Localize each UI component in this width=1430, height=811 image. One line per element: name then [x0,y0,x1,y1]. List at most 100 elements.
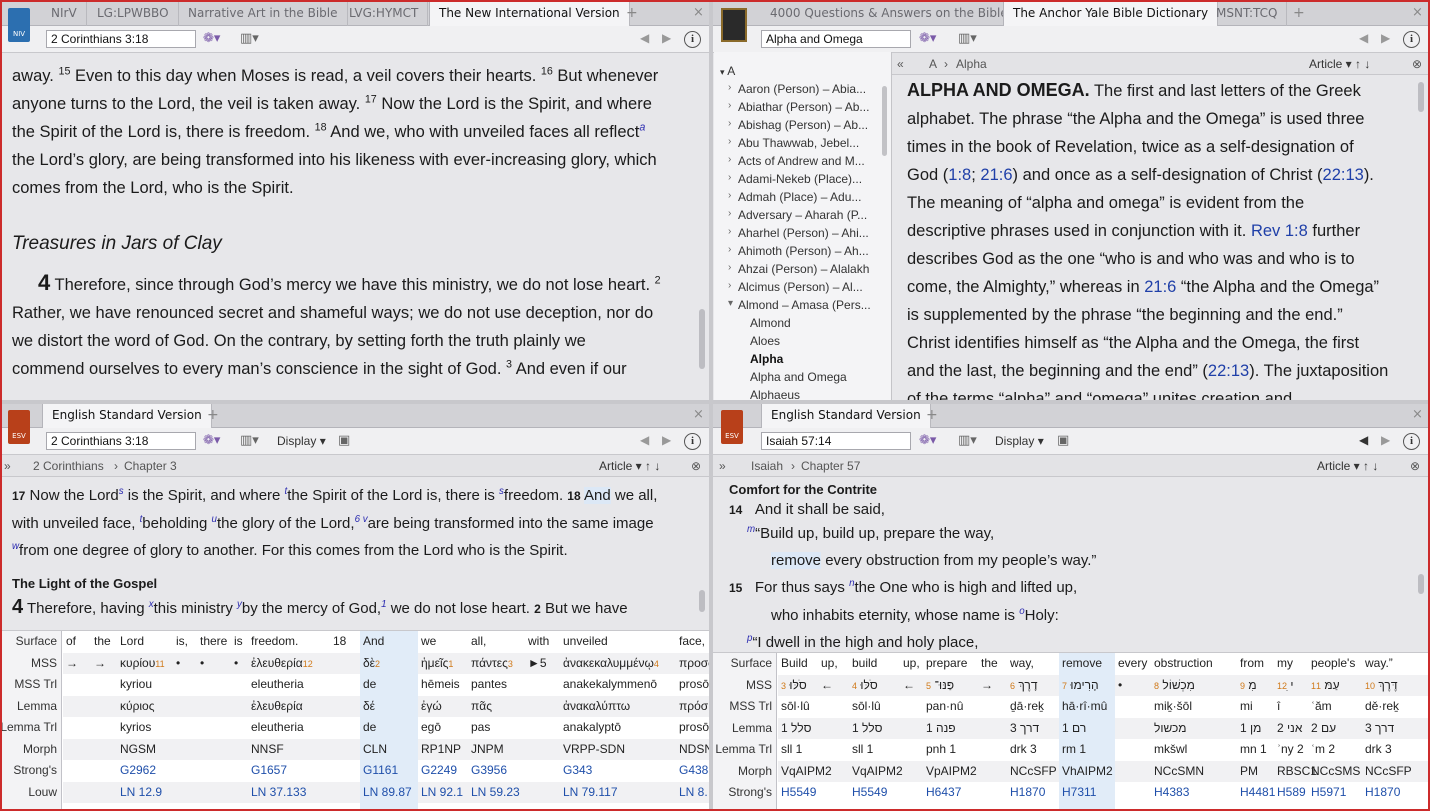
cell-st[interactable]: G2249 [421,763,457,777]
scroll-thumb[interactable] [1418,82,1424,112]
breadcrumb-chapter[interactable]: Chapter 57 [801,459,860,473]
expand-icon[interactable]: › [728,226,731,237]
expand-icon[interactable]: » [719,459,726,473]
tree-leaf[interactable]: Aloes [750,334,780,348]
expand-icon[interactable]: › [728,100,731,111]
toc-scrollbar[interactable] [882,86,887,156]
interlinear-word[interactable]: we ἡμεῖς1 hēmeis ἐγώ egō RP1NP G2249 LN 92.1 [418,631,468,809]
article-dropdown[interactable]: Article ▾ ↑ ↓ [1309,57,1370,71]
forward-arrow-icon[interactable]: ▶ [662,31,671,45]
add-tab-icon[interactable]: + [207,407,219,423]
cell-st[interactable]: G1161 [363,763,398,777]
interlinear-word[interactable]: there • [197,631,231,809]
add-tab-icon[interactable]: + [1293,5,1305,21]
interlinear-word[interactable]: unveiled ἀνακεκαλυμμένῳ4 anakekalymmenō ἀνα… [560,631,676,809]
tree-node[interactable]: Aaron (Person) – Abia... [726,82,866,96]
interlinear-word[interactable]: way, 6 דָרֶךְ ḏā·reḵ דרך 3 drk 3 NCcSFP H1870 [1007,653,1059,809]
cell-st[interactable]: G3956 [471,763,507,777]
interlinear-word[interactable]: all, πάντες3 pantes πᾶς pas JNPM G3956 LN 59.23 [468,631,525,809]
tab-niv[interactable]: The New International Version [429,2,630,27]
expand-icon[interactable]: › [728,262,731,273]
tree-leaf[interactable]: Alpha [750,352,783,366]
tree-node[interactable]: Admah (Place) – Adu... [726,190,861,204]
forward-arrow-icon[interactable]: ▶ [1381,433,1390,447]
tree-node[interactable]: Ahimoth (Person) – Ah... [726,244,869,258]
tree-leaf[interactable]: Alpha and Omega [750,370,847,384]
breadcrumb-book[interactable]: Isaiah [751,459,783,473]
cell-st[interactable]: H1870 [1010,785,1045,799]
interlinear-word[interactable]: prepare 5 פַּנּוּ־ pan·nû פנה 1 pnh 1 VpAIPM2… [923,653,978,809]
niv-resource-icon[interactable]: NIV [8,8,30,42]
info-icon[interactable]: i [684,31,701,48]
close-panel-icon[interactable]: × [1412,5,1423,20]
info-icon[interactable]: i [1403,31,1420,48]
expand-icon[interactable]: › [728,154,731,165]
interlinear-word[interactable]: remove 7 הָרִימוּ hā·rî·mû רם 1 rm 1 VhAIPM2 H… [1059,653,1115,809]
footnote-marker[interactable]: w [12,541,19,552]
tab-4000-questions[interactable]: 4000 Questions & Answers on the Bible [761,2,1018,26]
tab-esv[interactable]: English Standard Version [761,404,931,429]
parallel-resources-icon[interactable]: ❁▾ [203,433,220,448]
scrollbar[interactable] [695,54,709,400]
interlinear-word[interactable]: face, προσώ prosō πρόσ prosō NDSN G4383 LN 8. [676,631,709,809]
add-tab-icon[interactable]: + [926,407,938,423]
tab-nirv[interactable]: NIrV [42,2,87,26]
cell-st[interactable]: H1870 [1365,785,1400,799]
article-dropdown[interactable]: Article ▾ ↑ ↓ [599,459,660,473]
article-dropdown[interactable]: Article ▾ ↑ ↓ [1317,459,1378,473]
tree-leaf[interactable]: Almond [750,316,791,330]
reference-input[interactable]: Isaiah 57:14 [761,432,911,450]
interlinear-word[interactable]: up, ← [818,653,849,809]
tab-msnt-tcq[interactable]: MSNT:TCQ [1207,2,1288,26]
interlinear-word[interactable]: people's 11 עַמּ ʿăm עם 2 ʿm 2 NCcSMS H5971 [1308,653,1362,809]
tree-node[interactable]: Ahzai (Person) – Alalakh [726,262,869,276]
cell-st[interactable]: H4481 [1240,785,1275,799]
breadcrumb-chapter[interactable]: Chapter 3 [124,459,177,473]
layout-icon[interactable]: ▥▾ [240,433,259,448]
close-icon[interactable]: ⊗ [1410,459,1420,473]
expand-icon[interactable]: › [728,118,731,129]
layout-icon[interactable]: ▥▾ [958,31,977,46]
expand-icon[interactable]: › [728,136,731,147]
expand-icon[interactable]: › [728,208,731,219]
cell-lo[interactable]: LN 79.117 [563,785,618,799]
scroll-thumb[interactable] [699,309,705,369]
scrollbar[interactable] [1414,478,1428,652]
close-icon[interactable]: ⊗ [691,459,701,473]
panel-menu-icon[interactable]: ▣ [338,433,350,448]
highlighted-word[interactable]: remove [771,552,822,569]
cell-st[interactable]: H7311 [1062,785,1096,799]
forward-arrow-icon[interactable]: ▶ [1381,31,1390,45]
interlinear-word[interactable]: way.” 10 דֶּרֶךְ dě·reḵ דרך 3 drk 3 NCcSFP H18… [1362,653,1412,809]
cell-st[interactable]: H589 [1277,785,1306,799]
parallel-resources-icon[interactable]: ❁▾ [203,31,220,46]
tree-node[interactable]: Abiathar (Person) – Ab... [726,100,869,114]
layout-icon[interactable]: ▥▾ [958,433,977,448]
collapse-icon[interactable]: « [897,57,904,71]
collapse-icon[interactable]: ▾ [728,298,733,309]
interlinear-word[interactable]: the → [91,631,117,809]
cell-st[interactable]: H6437 [926,785,961,799]
esv-resource-icon[interactable]: ESV [8,410,30,444]
tree-node[interactable]: Abu Thawwab, Jebel... [726,136,859,150]
close-panel-icon[interactable]: × [1412,407,1423,422]
forward-arrow-icon[interactable]: ▶ [662,433,671,447]
tab-anchor-yale[interactable]: The Anchor Yale Bible Dictionary [1003,2,1219,27]
scrollbar[interactable] [695,478,709,628]
cell-st[interactable]: H5971 [1311,785,1346,799]
breadcrumb-a[interactable]: A [929,57,937,71]
cell-lo[interactable]: LN 37.133 [251,785,306,799]
back-arrow-icon[interactable]: ◀ [1359,433,1368,447]
add-tab-icon[interactable]: + [626,5,638,21]
back-arrow-icon[interactable]: ◀ [640,31,649,45]
scroll-thumb[interactable] [1418,574,1424,594]
scripture-link[interactable]: 1:8 [948,166,971,184]
cell-lo[interactable]: LN 89.87 [363,785,412,799]
reference-input[interactable]: 2 Corinthians 3:18 [46,30,196,48]
scroll-thumb[interactable] [699,590,705,612]
cell-lo[interactable]: LN 8. [679,785,708,799]
tree-node[interactable]: Acts of Andrew and M... [726,154,865,168]
cell-lo[interactable]: LN 12.9 [120,785,162,799]
expand-icon[interactable]: › [728,190,731,201]
footnote-marker[interactable]: m [747,524,755,535]
